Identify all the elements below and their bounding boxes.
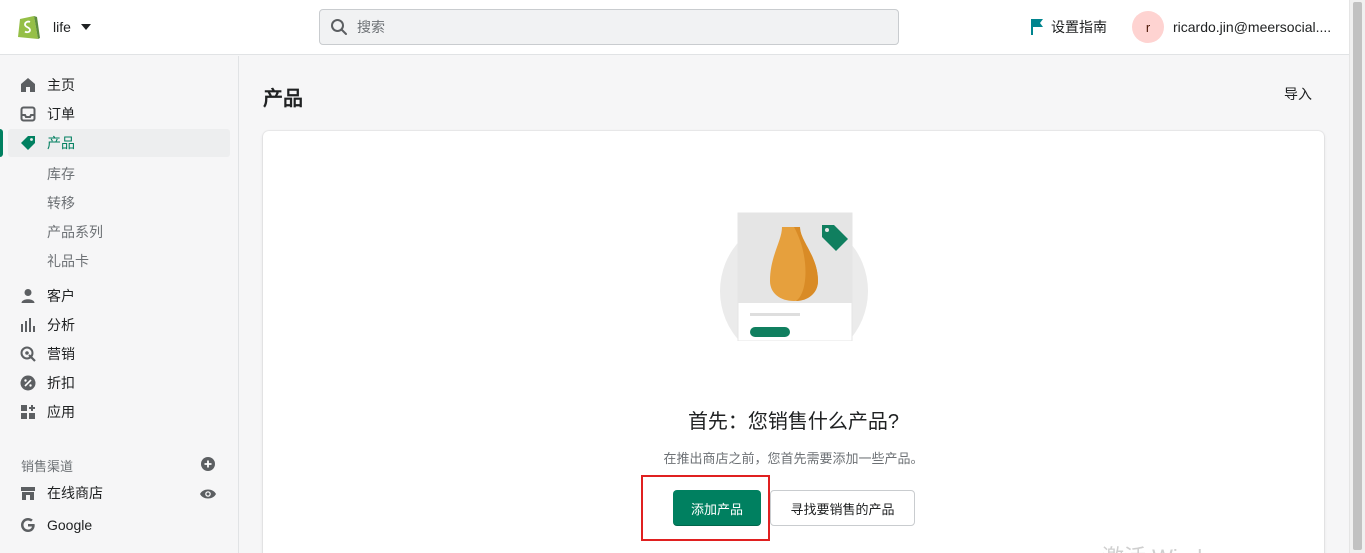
sidebar-item-analytics[interactable]: 分析 [8,311,230,339]
apps-icon [21,405,35,419]
add-circle-icon[interactable] [201,457,215,471]
sidebar-item-label: 分析 [47,317,75,333]
discount-icon [20,375,36,391]
scrollbar[interactable] [1349,0,1365,553]
marketing-icon [20,346,36,362]
sidebar-item-label: 主页 [47,77,75,93]
tag-icon [21,136,35,150]
empty-state-description: 在推出商店之前，您首先需要添加一些产品。 [663,451,924,466]
empty-state-title: 首先：您销售什么产品? [687,411,900,433]
setup-guide-button[interactable]: 设置指南 [1030,17,1107,37]
sidebar-item-products[interactable]: 产品 [8,129,230,157]
windows-activation-watermark: 激活 Windows [1102,540,1241,553]
sidebar-item-label: 应用 [47,404,75,420]
search-input[interactable] [357,19,857,35]
search-icon [331,19,347,35]
eye-icon[interactable] [199,487,217,501]
store-icon [21,487,35,500]
sidebar-subitem-transfers[interactable]: 转移 [8,188,230,214]
store-switcher[interactable]: life [16,12,91,42]
page-title: 产品 [263,88,303,110]
active-indicator [0,129,3,157]
top-bar: life 设置指南 r ricardo.jin@meersocial.... [0,0,1349,55]
sidebar-item-discounts[interactable]: 折扣 [8,369,230,397]
sidebar-item-label: 订单 [47,106,75,122]
sidebar-subitem-label: 礼品卡 [47,253,89,269]
sales-channels-heading: 销售渠道 [21,459,74,474]
sidebar-subitem-label: 产品系列 [47,224,103,240]
sidebar-item-label: 在线商店 [47,485,103,501]
sidebar-item-online-store[interactable]: 在线商店 [8,479,230,507]
sidebar-item-label: 折扣 [47,375,75,391]
sidebar-item-home[interactable]: 主页 [8,71,230,99]
flag-icon [1031,19,1043,35]
sidebar-item-orders[interactable]: 订单 [8,100,230,128]
account-email: ricardo.jin@meersocial.... [1173,19,1332,35]
sidebar-item-google[interactable]: Google [8,511,230,539]
import-button[interactable]: 导入 [1276,82,1320,106]
store-name: life [53,19,71,35]
sidebar-item-label: 营销 [47,346,75,362]
caret-down-icon [80,24,91,30]
sidebar-item-apps[interactable]: 应用 [8,398,230,426]
setup-guide-label: 设置指南 [1051,19,1107,35]
sidebar-subitem-gift-cards[interactable]: 礼品卡 [8,246,230,272]
empty-state-card: 首先：您销售什么产品? 在推出商店之前，您首先需要添加一些产品。 添加产品 寻找… [263,131,1324,553]
product-empty-illustration [720,212,868,341]
sidebar-item-label: Google [47,517,93,533]
customer-icon [21,289,35,303]
add-product-button[interactable]: 添加产品 [673,490,761,526]
sidebar-item-label: 产品 [47,135,75,151]
google-icon [21,518,35,532]
sidebar-item-label: 客户 [47,288,75,304]
sidebar-subitem-label: 转移 [47,195,75,211]
sidebar-item-customers[interactable]: 客户 [8,282,230,310]
scrollbar-thumb[interactable] [1353,2,1362,550]
sidebar-subitem-inventory[interactable]: 库存 [8,159,230,185]
sidebar-subitem-collections[interactable]: 产品系列 [8,217,230,243]
orders-icon [20,106,36,122]
home-icon [21,78,35,92]
sidebar-item-marketing[interactable]: 营销 [8,340,230,368]
account-menu[interactable]: r ricardo.jin@meersocial.... [1132,11,1331,43]
find-products-button[interactable]: 寻找要销售的产品 [770,490,915,526]
sidebar-subitem-label: 库存 [47,166,75,182]
shopify-logo-icon [18,16,40,39]
analytics-icon [21,318,35,332]
avatar: r [1132,11,1164,43]
search-bar[interactable] [319,9,899,45]
